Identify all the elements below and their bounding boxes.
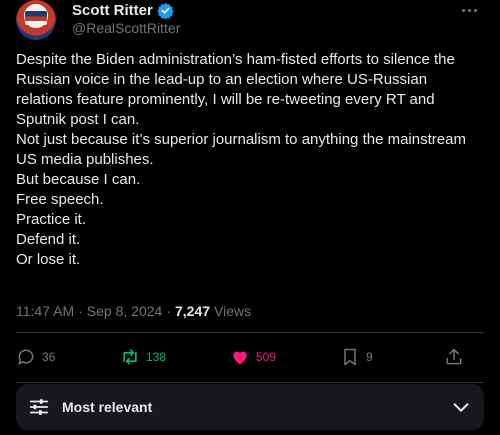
post-line: Practice it. (16, 211, 87, 228)
bookmark-icon (344, 348, 356, 366)
post-date[interactable]: Sep 8, 2024 (87, 303, 163, 319)
heart-icon (233, 351, 247, 365)
post-line: Or lose it. (16, 251, 81, 268)
divider (16, 332, 484, 333)
author-name[interactable]: Scott Ritter (72, 2, 153, 19)
reply-button[interactable]: 36 (16, 347, 56, 367)
retweet-count: 138 (145, 350, 167, 364)
more-options-icon[interactable] (454, 0, 484, 20)
sort-replies-dropdown[interactable]: Most relevant (16, 384, 484, 430)
verified-badge-icon (157, 2, 174, 19)
like-count: 509 (256, 350, 277, 364)
bookmark-count: 9 (366, 350, 373, 364)
share-icon (446, 348, 462, 365)
sort-label: Most relevant (62, 399, 153, 415)
reply-count: 36 (42, 350, 56, 364)
post-text: Despite the Biden administration’s ham-f… (16, 50, 486, 270)
meta-separator: · (166, 303, 171, 319)
retweet-icon (123, 349, 137, 365)
bookmark-button[interactable]: 9 (340, 347, 380, 367)
share-button[interactable] (444, 347, 484, 367)
post-line: Not just because it’s superior journalis… (16, 131, 466, 168)
post-header: Scott Ritter @RealScottRitter (16, 0, 484, 42)
post-time[interactable]: 11:47 AM (16, 303, 74, 319)
author-name-row: Scott Ritter (72, 0, 174, 20)
views-count: 7,247 (174, 303, 211, 319)
post-line: Free speech. (16, 191, 104, 208)
chevron-down-icon (453, 403, 469, 412)
author-handle[interactable]: @RealScottRitter (72, 20, 180, 36)
post-line: Defend it. (16, 231, 81, 248)
post-meta: 11:47 AM · Sep 8, 2024 · 7,247 Views (16, 303, 251, 319)
like-button[interactable]: 509 (230, 347, 276, 367)
views-label: Views (214, 303, 252, 319)
divider (16, 382, 484, 383)
meta-separator: · (78, 303, 83, 319)
post-line: Despite the Biden administration’s ham-f… (16, 51, 455, 128)
post-line: But because I can. (16, 171, 141, 188)
action-bar: 36 138 509 9 (16, 340, 484, 374)
retweet-button[interactable]: 138 (120, 347, 166, 367)
reply-icon (18, 349, 34, 366)
avatar[interactable] (16, 0, 56, 40)
sliders-icon (29, 399, 49, 415)
